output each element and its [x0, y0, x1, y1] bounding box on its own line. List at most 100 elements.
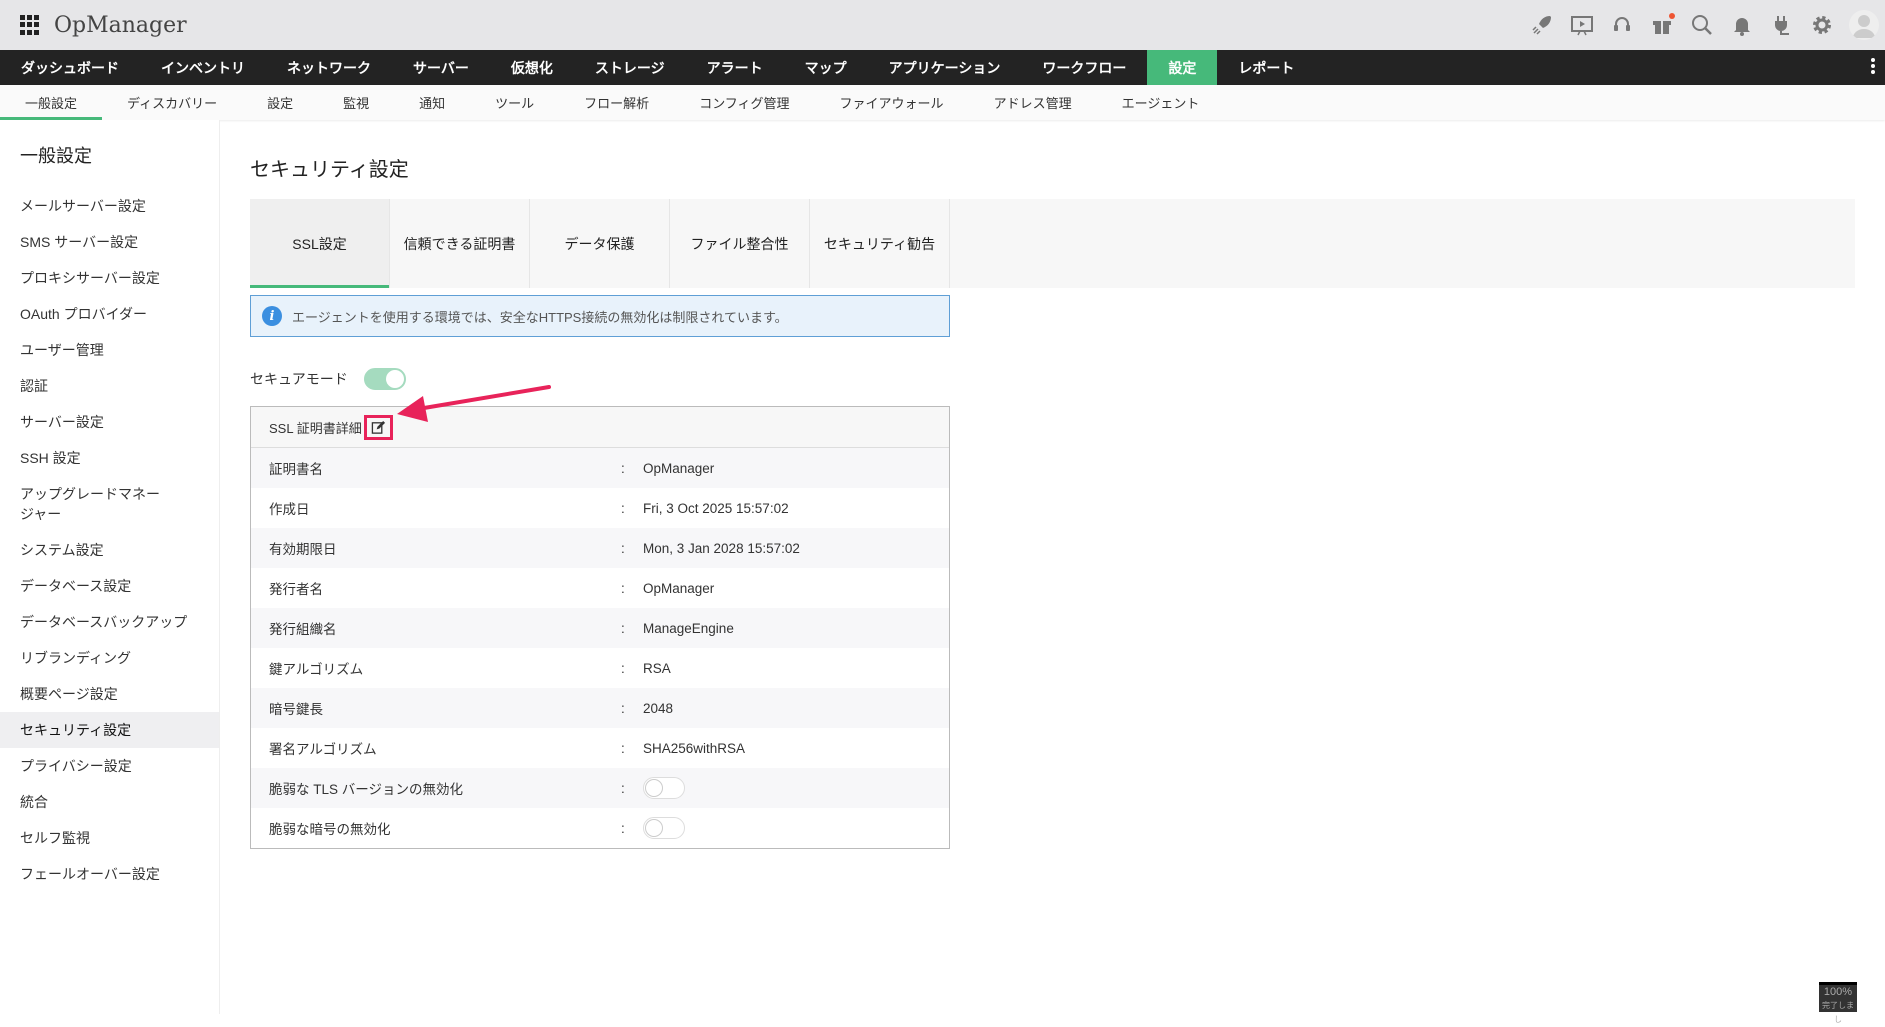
main-nav-item[interactable]: マップ [784, 50, 868, 85]
sub-nav-item[interactable]: ファイアウォール [815, 85, 969, 120]
sidebar-item[interactable]: 概要ページ設定 [0, 676, 219, 712]
main-nav-item[interactable]: アラート [686, 50, 784, 85]
sidebar-item[interactable]: プロキシサーバー設定 [0, 260, 219, 296]
sub-nav-item[interactable]: 監視 [318, 85, 394, 120]
app-grid-icon[interactable] [20, 15, 40, 35]
detail-row: 有効期限日: Mon, 3 Jan 2028 15:57:02 [251, 528, 949, 568]
sidebar-item[interactable]: プライバシー設定 [0, 748, 219, 784]
sub-nav-item[interactable]: 通知 [394, 85, 470, 120]
separator: : [621, 580, 625, 596]
user-avatar[interactable] [1849, 10, 1879, 40]
toggle-label: 脆弱な TLS バージョンの無効化 [269, 782, 463, 797]
tab-4[interactable]: セキュリティ勧告 [810, 199, 950, 288]
tab-0[interactable]: SSL設定 [250, 199, 390, 288]
main-nav-item[interactable]: ワークフロー [1021, 50, 1147, 85]
toggle-switch[interactable] [643, 817, 685, 839]
toggle-switch[interactable] [643, 777, 685, 799]
info-banner: i エージェントを使用する環境では、安全なHTTPS接続の無効化は制限されていま… [250, 295, 950, 337]
sub-nav-item[interactable]: ディスカバリー [102, 85, 242, 120]
sidebar-item[interactable]: SSH 設定 [0, 440, 219, 476]
tab-2[interactable]: データ保護 [530, 199, 670, 288]
detail-row: 作成日: Fri, 3 Oct 2025 15:57:02 [251, 488, 949, 528]
detail-key: 暗号鍵長 [269, 702, 323, 717]
sub-nav-item[interactable]: ツール [470, 85, 559, 120]
sidebar-item[interactable]: データベース設定 [0, 568, 219, 604]
main-nav-item[interactable]: 設定 [1147, 50, 1218, 85]
main-nav-item[interactable]: ダッシュボード [0, 50, 140, 85]
detail-value: RSA [643, 660, 671, 676]
separator: : [621, 500, 625, 516]
detail-value: SHA256withRSA [643, 740, 746, 756]
detail-row: 暗号鍵長: 2048 [251, 688, 949, 728]
sub-nav-item[interactable]: 一般設定 [0, 85, 103, 120]
brand-logo[interactable]: OpManager [54, 13, 187, 38]
detail-row: 発行組織名: ManageEngine [251, 608, 949, 648]
sidebar-item[interactable]: システム設定 [0, 532, 219, 568]
sidebar-item[interactable]: フェールオーバー設定 [0, 856, 219, 892]
sidebar-title: 一般設定 [20, 146, 92, 166]
more-menu-icon[interactable] [1871, 58, 1875, 74]
separator: : [621, 700, 625, 716]
sidebar-item[interactable]: アップグレードマネージャー [0, 476, 180, 532]
headset-icon[interactable] [1609, 12, 1635, 38]
main-nav-item[interactable]: 仮想化 [490, 50, 574, 85]
gear-icon[interactable] [1809, 12, 1835, 38]
page-title: セキュリティ設定 [250, 159, 409, 181]
separator: : [621, 820, 625, 836]
detail-value: ManageEngine [643, 620, 734, 636]
main-nav-item[interactable]: レポート [1217, 50, 1315, 85]
detail-key: 発行者名 [269, 582, 323, 597]
sub-nav-item[interactable]: コンフィグ管理 [674, 85, 814, 120]
detail-value: Mon, 3 Jan 2028 15:57:02 [643, 540, 800, 556]
detail-value: Fri, 3 Oct 2025 15:57:02 [643, 500, 789, 516]
sub-nav-item[interactable]: 設定 [242, 85, 318, 120]
sidebar-item[interactable]: サーバー設定 [0, 404, 219, 440]
rocket-icon[interactable] [1529, 12, 1555, 38]
sub-nav-item[interactable]: アドレス管理 [969, 85, 1097, 120]
detail-key: 鍵アルゴリズム [269, 662, 364, 677]
sidebar-item[interactable]: セルフ監視 [0, 820, 219, 856]
gift-icon[interactable] [1649, 12, 1675, 38]
presentation-icon[interactable] [1569, 12, 1595, 38]
main-nav-item[interactable]: サーバー [392, 50, 490, 85]
tab-1[interactable]: 信頼できる証明書 [390, 199, 530, 288]
sidebar-item[interactable]: SMS サーバー設定 [0, 224, 219, 260]
bell-icon[interactable] [1729, 12, 1755, 38]
sidebar-item[interactable]: ユーザー管理 [0, 332, 219, 368]
detail-key: 証明書名 [269, 462, 323, 477]
detail-key: 発行組織名 [269, 622, 337, 637]
sidebar-item[interactable]: 統合 [0, 784, 219, 820]
main-nav-item[interactable]: インベントリ [140, 50, 266, 85]
zoom-status: 完了しまし [1822, 1001, 1854, 1024]
ssl-certificate-card: SSL 証明書詳細 証明書名: OpManager 作成日: Fri, 3 Oct 2… [250, 406, 950, 849]
secure-mode-toggle[interactable] [363, 368, 406, 390]
separator: : [621, 740, 625, 756]
secure-mode-label: セキュアモード [250, 371, 348, 387]
sub-nav-item[interactable]: エージェント [1097, 85, 1225, 120]
detail-key: 有効期限日 [269, 542, 337, 557]
zoom-indicator: 100% 完了しまし [1819, 982, 1857, 1024]
edit-button[interactable] [363, 414, 393, 440]
plug-icon[interactable] [1769, 12, 1795, 38]
detail-value: OpManager [643, 580, 715, 596]
sidebar-item[interactable]: メールサーバー設定 [0, 188, 219, 224]
separator: : [621, 660, 625, 676]
zoom-value: 100% [1823, 986, 1853, 998]
main-nav-item[interactable]: アプリケーション [868, 50, 1022, 85]
sub-nav-item[interactable]: フロー解析 [559, 85, 674, 120]
detail-row: 証明書名: OpManager [251, 448, 949, 488]
sidebar-item[interactable]: セキュリティ設定 [0, 712, 219, 748]
main-nav: ダッシュボード インベントリ ネットワーク サーバー 仮想化 ストレージ アラート マップ アプ… [0, 50, 1885, 85]
notification-dot [1669, 13, 1675, 19]
search-icon[interactable] [1689, 12, 1715, 38]
main-nav-item[interactable]: ストレージ [574, 50, 686, 85]
tab-3[interactable]: ファイル整合性 [670, 199, 810, 288]
sub-nav: 一般設定 ディスカバリー 設定 監視 通知 ツール フロー解析 コンフィグ管理 ファイアウォール… [0, 85, 1885, 120]
sidebar-item[interactable]: データベースバックアップ [0, 604, 219, 640]
toggle-cell [643, 777, 949, 799]
main-nav-item[interactable]: ネットワーク [266, 50, 392, 85]
sidebar-item[interactable]: OAuth プロバイダー [0, 296, 219, 332]
secure-mode: セキュアモード [250, 368, 406, 390]
sidebar-item[interactable]: 認証 [0, 368, 219, 404]
sidebar-item[interactable]: リブランディング [0, 640, 219, 676]
